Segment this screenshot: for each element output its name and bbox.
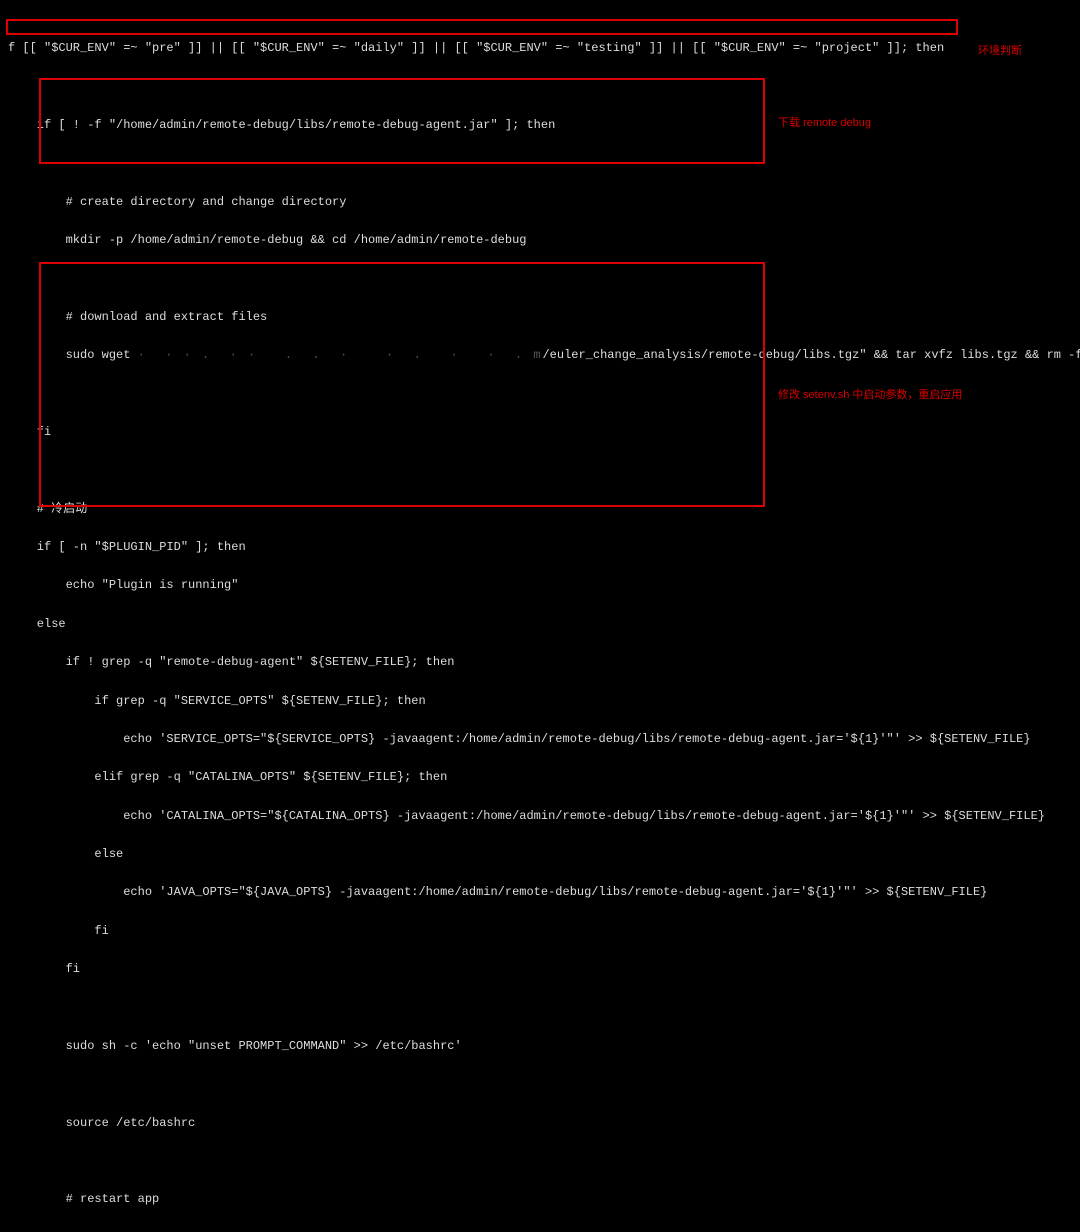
annotation-setenv: 修改 setenv.sh 中启动参数，重启应用 <box>778 387 962 405</box>
code-line: sh /home/admin/${APP_NAME}/bin/appctl.sh… <box>8 1231 411 1232</box>
code-line: echo "Plugin is running" <box>8 578 238 592</box>
code-line: if [ -n "$PLUGIN_PID" ]; then <box>8 540 246 554</box>
code-line: echo 'JAVA_OPTS="${JAVA_OPTS} -javaagent… <box>8 885 987 899</box>
code-line: sudo wget · · · . · · . . · · . · · . m/… <box>8 348 1080 362</box>
code-line: fi <box>8 924 109 938</box>
code-line: source /etc/bashrc <box>8 1116 195 1130</box>
redacted-url: · · · . · · . . · · . · · . m <box>138 348 543 362</box>
code-line: fi <box>8 425 51 439</box>
code-line: if grep -q "SERVICE_OPTS" ${SETENV_FILE}… <box>8 694 426 708</box>
code-line: # 冷启动 <box>8 502 87 516</box>
code-line: elif grep -q "CATALINA_OPTS" ${SETENV_FI… <box>8 770 447 784</box>
code-line: # download and extract files <box>8 310 267 324</box>
code-line: fi <box>8 962 80 976</box>
code-line: if [ ! -f "/home/admin/remote-debug/libs… <box>8 118 555 132</box>
code-line: echo 'CATALINA_OPTS="${CATALINA_OPTS} -j… <box>8 809 1045 823</box>
code-line: echo 'SERVICE_OPTS="${SERVICE_OPTS} -jav… <box>8 732 1031 746</box>
code-block: f [[ "$CUR_ENV" =~ "pre" ]] || [[ "$CUR_… <box>0 20 1080 1232</box>
annotation-env-check: 环境判断 <box>978 43 1022 61</box>
code-line: else <box>8 847 123 861</box>
annotation-download: 下载 remote debug <box>778 115 871 133</box>
code-line: # restart app <box>8 1192 159 1206</box>
code-line: # create directory and change directory <box>8 195 346 209</box>
code-line: mkdir -p /home/admin/remote-debug && cd … <box>8 233 526 247</box>
code-line: if ! grep -q "remote-debug-agent" ${SETE… <box>8 655 454 669</box>
code-line: sudo sh -c 'echo "unset PROMPT_COMMAND" … <box>8 1039 462 1053</box>
code-line: f [[ "$CUR_ENV" =~ "pre" ]] || [[ "$CUR_… <box>8 41 944 55</box>
code-line: else <box>8 617 66 631</box>
